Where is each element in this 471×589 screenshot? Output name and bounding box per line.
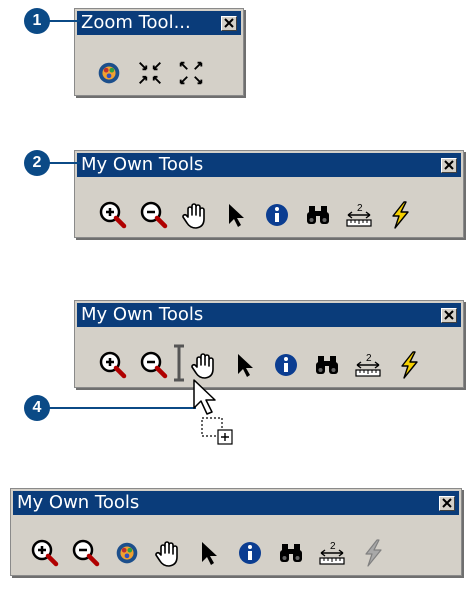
toolbar-title-bar[interactable]: My Own Tools: [77, 153, 461, 177]
zoom-in-icon[interactable]: [97, 199, 129, 231]
toolbar-title: Zoom Tool...: [81, 12, 191, 33]
lightning-disabled-icon: [357, 537, 389, 569]
lightning-icon[interactable]: [393, 349, 425, 381]
find-binoculars-icon[interactable]: [275, 537, 307, 569]
zoom-out-icon[interactable]: [138, 349, 170, 381]
zoom-tools-toolbar: Zoom Tool...: [74, 8, 244, 96]
info-icon[interactable]: [261, 199, 293, 231]
my-own-tools-toolbar-drag: My Own Tools: [74, 300, 464, 388]
drag-copy-cursor-icon: [193, 379, 233, 445]
close-button[interactable]: [441, 308, 457, 323]
callout-1: 1: [24, 8, 50, 34]
callout-4-leader: [36, 407, 196, 409]
zoom-out-icon[interactable]: [70, 537, 102, 569]
info-icon[interactable]: [270, 349, 302, 381]
close-button[interactable]: [441, 158, 457, 173]
pan-icon[interactable]: [152, 537, 184, 569]
zoom-in-icon[interactable]: [97, 349, 129, 381]
zoom-in-fixed-icon[interactable]: [134, 57, 166, 89]
zoom-out-fixed-icon[interactable]: [175, 57, 207, 89]
toolbar-title-bar[interactable]: Zoom Tool...: [77, 11, 241, 35]
measure-icon[interactable]: [316, 537, 348, 569]
my-own-tools-toolbar: My Own Tools: [74, 150, 464, 238]
callout-2: 2: [24, 150, 50, 176]
pan-icon[interactable]: [188, 349, 220, 381]
tool-row: [97, 344, 457, 382]
toolbar-title-bar[interactable]: My Own Tools: [13, 491, 459, 515]
close-button[interactable]: [221, 16, 237, 31]
measure-icon[interactable]: [343, 199, 375, 231]
find-binoculars-icon[interactable]: [311, 349, 343, 381]
toolbar-title: My Own Tools: [17, 492, 140, 513]
zoom-in-icon[interactable]: [29, 537, 61, 569]
insert-position-bar: [172, 344, 186, 382]
find-binoculars-icon[interactable]: [302, 199, 334, 231]
zoom-out-icon[interactable]: [138, 199, 170, 231]
pan-icon[interactable]: [179, 199, 211, 231]
select-arrow-icon[interactable]: [229, 349, 261, 381]
select-arrow-icon[interactable]: [193, 537, 225, 569]
my-own-tools-toolbar-result: My Own Tools: [10, 488, 462, 576]
callout-4: 4: [24, 395, 50, 421]
tool-row: [93, 57, 237, 89]
toolbar-title-bar[interactable]: My Own Tools: [77, 303, 461, 327]
add-color-icon[interactable]: [111, 537, 143, 569]
close-button[interactable]: [439, 496, 455, 511]
toolbar-title: My Own Tools: [81, 154, 204, 175]
tool-row: [29, 537, 455, 569]
select-arrow-icon[interactable]: [220, 199, 252, 231]
tool-row: [97, 199, 457, 231]
measure-icon[interactable]: [352, 349, 384, 381]
add-color-icon[interactable]: [93, 57, 125, 89]
lightning-icon[interactable]: [384, 199, 416, 231]
toolbar-title: My Own Tools: [81, 304, 204, 325]
info-icon[interactable]: [234, 537, 266, 569]
